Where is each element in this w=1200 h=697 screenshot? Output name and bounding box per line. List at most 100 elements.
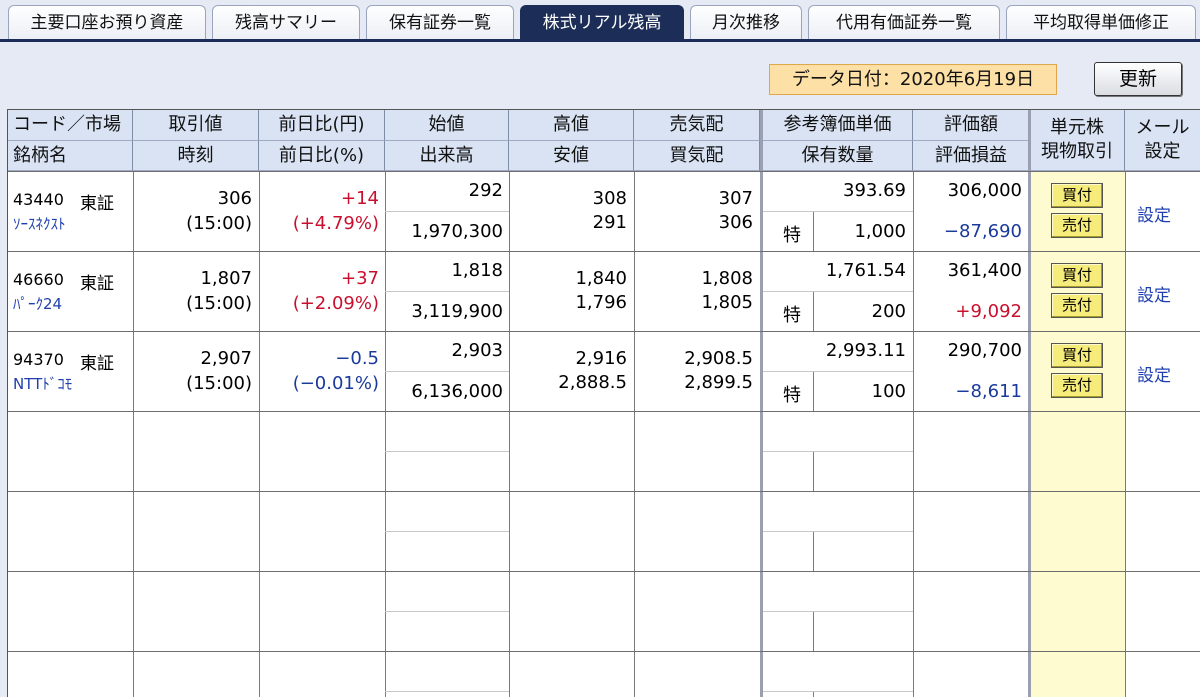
tab-monthly-trend[interactable]: 月次推移	[690, 5, 802, 39]
cell-subline	[385, 371, 509, 372]
volume: 1,970,300	[411, 221, 503, 242]
sell-button[interactable]: 売付	[1051, 293, 1103, 318]
header-high: 高値	[509, 110, 634, 141]
ref-cost: 1,761.54	[825, 260, 906, 281]
account-divider	[813, 611, 814, 651]
tab-substitute-securities[interactable]: 代用有価証券一覧	[808, 5, 1000, 39]
low-price: 291	[592, 212, 627, 233]
account-type: 特	[783, 385, 801, 406]
bid-price: 2,899.5	[684, 372, 753, 393]
header-code-market: コード／市場	[8, 110, 133, 141]
change-yen: −0.5	[335, 348, 379, 369]
account-divider	[813, 451, 814, 491]
cell-subline	[385, 291, 509, 292]
cell-subline	[763, 371, 913, 372]
bid-price: 1,805	[701, 292, 753, 313]
high-price: 308	[592, 188, 627, 209]
cell-subline	[385, 451, 509, 452]
open-price: 2,903	[451, 340, 503, 361]
volume: 3,119,900	[411, 301, 503, 322]
low-price: 1,796	[575, 292, 627, 313]
cell-subline	[763, 691, 913, 692]
row-divider	[8, 491, 1200, 492]
col-divider	[133, 171, 134, 697]
ref-cost: 393.69	[843, 180, 906, 201]
ask-price: 307	[718, 188, 753, 209]
mail-setting-link[interactable]: 設定	[1137, 281, 1171, 306]
header-low: 安値	[509, 141, 634, 171]
buy-button[interactable]: 買付	[1051, 183, 1103, 208]
valuation: 306,000	[947, 180, 1022, 201]
high-price: 2,916	[575, 348, 627, 369]
header-change-yen: 前日比(円)	[259, 110, 385, 141]
col-divider-thick	[760, 110, 763, 697]
stock-market: 東証	[80, 354, 114, 374]
row-divider	[8, 571, 1200, 572]
change-pct: (+4.79%)	[292, 213, 379, 234]
header-open: 始値	[385, 110, 509, 141]
row-divider	[8, 251, 1200, 252]
quantity: 100	[871, 381, 906, 402]
sell-button[interactable]: 売付	[1051, 373, 1103, 398]
col-divider	[634, 171, 635, 697]
stock-market: 東証	[80, 274, 114, 294]
header-valuation: 評価額	[913, 110, 1030, 141]
col-divider	[1125, 171, 1126, 697]
quantity: 1,000	[854, 221, 906, 242]
cell-subline	[763, 611, 913, 612]
stock-code: 94370	[13, 350, 64, 369]
tab-average-cost-edit[interactable]: 平均取得単価修正	[1006, 5, 1196, 39]
stock-name-link[interactable]: ｿｰｽﾈｸｽﾄ	[13, 213, 66, 234]
profit-loss: −8,611	[955, 381, 1022, 402]
col-divider-thick	[1028, 110, 1031, 697]
ask-price: 1,808	[701, 268, 753, 289]
valuation: 361,400	[947, 260, 1022, 281]
refresh-button[interactable]: 更新	[1094, 62, 1182, 96]
change-yen: +14	[341, 188, 379, 209]
header-ask: 売気配	[634, 110, 760, 141]
account-divider	[813, 531, 814, 571]
header-time: 時刻	[133, 141, 259, 171]
tab-main-assets[interactable]: 主要口座お預り資産	[8, 5, 206, 39]
open-price: 292	[468, 180, 503, 201]
stock-price: 2,907	[200, 348, 252, 369]
col-divider	[385, 171, 386, 697]
mail-setting-link[interactable]: 設定	[1137, 361, 1171, 386]
stock-name-link[interactable]: NTTﾄﾞｺﾓ	[13, 373, 72, 394]
col-divider	[913, 171, 914, 697]
price-time: (15:00)	[186, 213, 252, 234]
header-mail-setting: メール 設定	[1125, 110, 1200, 171]
account-divider	[813, 291, 814, 331]
profit-loss: −87,690	[943, 221, 1022, 242]
low-price: 2,888.5	[558, 372, 627, 393]
col-divider	[509, 171, 510, 697]
cell-subline	[763, 211, 913, 212]
change-yen: +37	[341, 268, 379, 289]
price-time: (15:00)	[186, 373, 252, 394]
tab-stock-realtime-balance[interactable]: 株式リアル残高	[520, 5, 684, 41]
stock-price: 306	[217, 188, 252, 209]
account-divider	[813, 371, 814, 411]
buy-button[interactable]: 買付	[1051, 343, 1103, 368]
header-unit-trade-line1: 単元株	[1050, 117, 1104, 138]
cell-subline	[763, 451, 913, 452]
valuation: 290,700	[947, 340, 1022, 361]
stock-price: 1,807	[200, 268, 252, 289]
change-pct: (+2.09%)	[292, 293, 379, 314]
mail-setting-link[interactable]: 設定	[1137, 201, 1171, 226]
cell-subline	[385, 691, 509, 692]
tab-balance-summary[interactable]: 残高サマリー	[212, 5, 360, 39]
header-mail-line2: 設定	[1144, 141, 1181, 162]
buy-button[interactable]: 買付	[1051, 263, 1103, 288]
stock-market: 東証	[80, 194, 114, 214]
data-date-label: データ日付：2020年6月19日	[769, 64, 1057, 95]
stock-name-link[interactable]: ﾊﾟｰｸ24	[13, 293, 62, 314]
row-divider	[8, 171, 1200, 172]
header-change-pct: 前日比(%)	[259, 141, 385, 171]
cell-subline	[385, 531, 509, 532]
tab-securities-list[interactable]: 保有証券一覧	[366, 5, 514, 39]
bid-price: 306	[718, 212, 753, 233]
header-ref-cost: 参考簿価単価	[763, 110, 913, 141]
row-divider	[8, 411, 1200, 412]
sell-button[interactable]: 売付	[1051, 213, 1103, 238]
